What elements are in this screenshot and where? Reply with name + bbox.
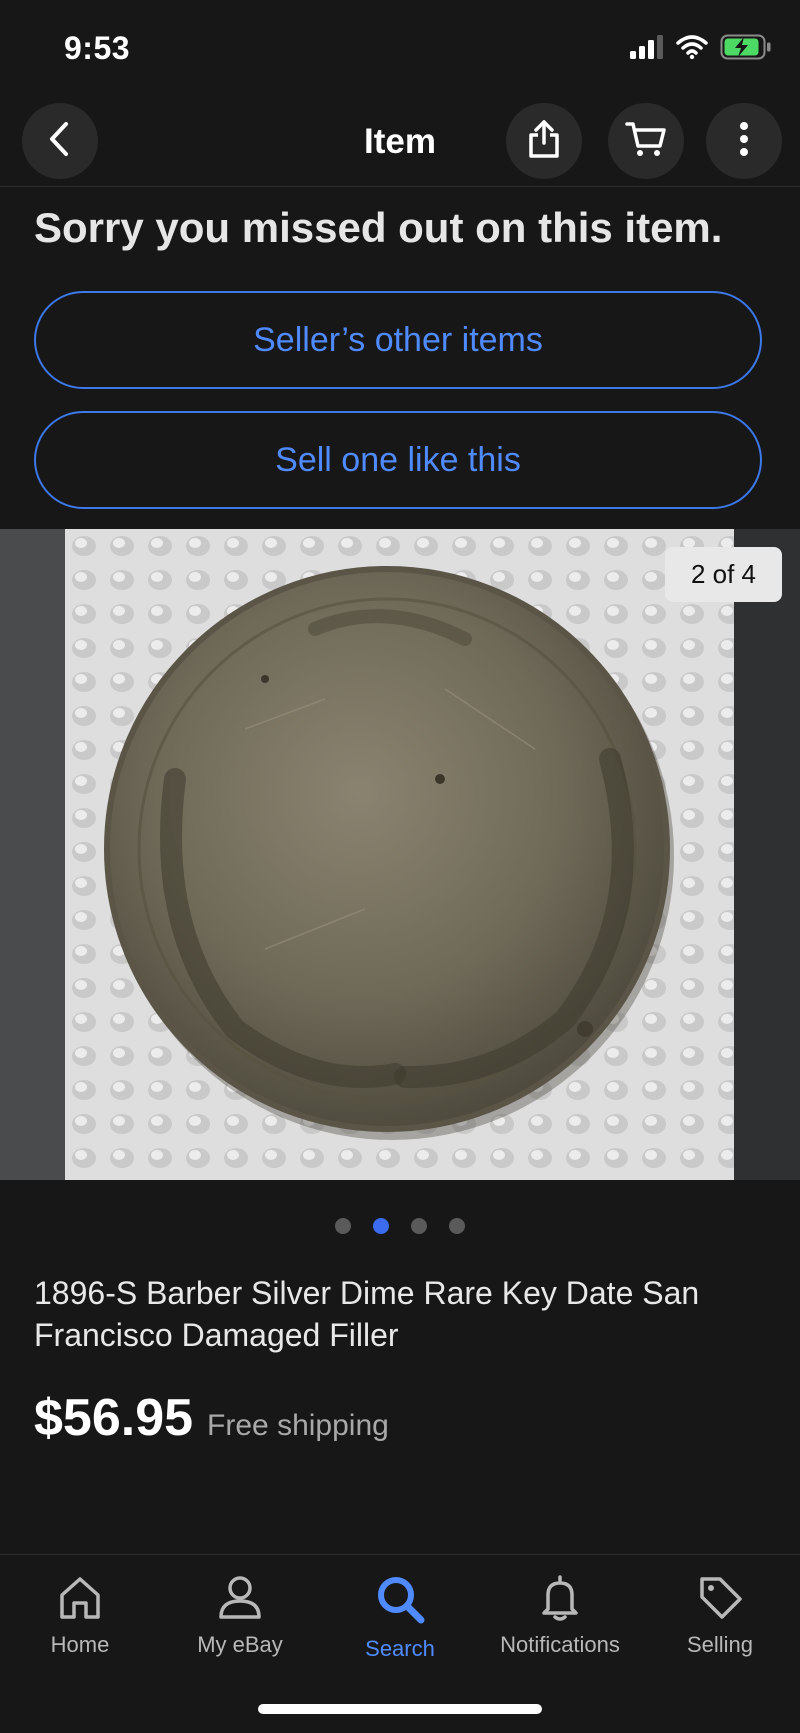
cart-icon (625, 120, 667, 163)
cellular-signal-icon (630, 35, 664, 64)
tab-search[interactable]: Search (320, 1573, 480, 1662)
tab-label: Home (50, 1632, 110, 1657)
cart-button[interactable] (608, 103, 684, 179)
image-counter-badge: 2 of 4 (664, 547, 782, 602)
pagination-dot-active[interactable] (373, 1218, 389, 1234)
more-options-button[interactable] (706, 103, 782, 179)
tab-notifications[interactable]: Notifications (480, 1573, 640, 1658)
home-icon (56, 1573, 104, 1626)
next-image-peek (734, 529, 800, 1180)
tab-home[interactable]: Home (0, 1573, 160, 1658)
price-row: $56.95 Free shipping (34, 1388, 389, 1448)
wifi-icon (676, 35, 708, 64)
shipping-info: Free shipping (207, 1409, 389, 1442)
pagination-dot[interactable] (449, 1218, 465, 1234)
more-vertical-icon (739, 121, 749, 162)
sellers-other-items-button[interactable]: Seller’s other items (34, 291, 762, 389)
item-photo[interactable] (65, 529, 734, 1180)
missed-out-message: Sorry you missed out on this item. (34, 204, 723, 251)
tab-label: Notifications (500, 1632, 620, 1657)
user-icon (216, 1573, 264, 1626)
share-icon (526, 119, 562, 164)
tab-my-ebay[interactable]: My eBay (160, 1573, 320, 1658)
share-button[interactable] (506, 103, 582, 179)
tab-label: My eBay (197, 1632, 283, 1657)
bell-icon (536, 1573, 584, 1626)
battery-charging-icon (720, 34, 772, 65)
tab-selling[interactable]: Selling (640, 1573, 800, 1658)
item-title: 1896-S Barber Silver Dime Rare Key Date … (34, 1275, 700, 1353)
pagination-dot[interactable] (335, 1218, 351, 1234)
status-bar: 9:53 (0, 0, 800, 96)
image-gallery[interactable]: 2 of 4 (0, 529, 800, 1180)
tab-label: Search (365, 1636, 435, 1661)
status-icons (630, 34, 772, 65)
tag-icon (696, 1573, 744, 1626)
sell-one-like-this-button[interactable]: Sell one like this (34, 411, 762, 509)
nav-bar: Item (0, 96, 800, 187)
item-price: $56.95 (34, 1389, 194, 1447)
search-icon (374, 1573, 426, 1630)
status-time: 9:53 (64, 30, 131, 66)
tab-label: Selling (686, 1632, 754, 1657)
gallery-pagination (0, 1218, 800, 1234)
home-indicator[interactable] (258, 1704, 542, 1714)
pagination-dot[interactable] (411, 1218, 427, 1234)
